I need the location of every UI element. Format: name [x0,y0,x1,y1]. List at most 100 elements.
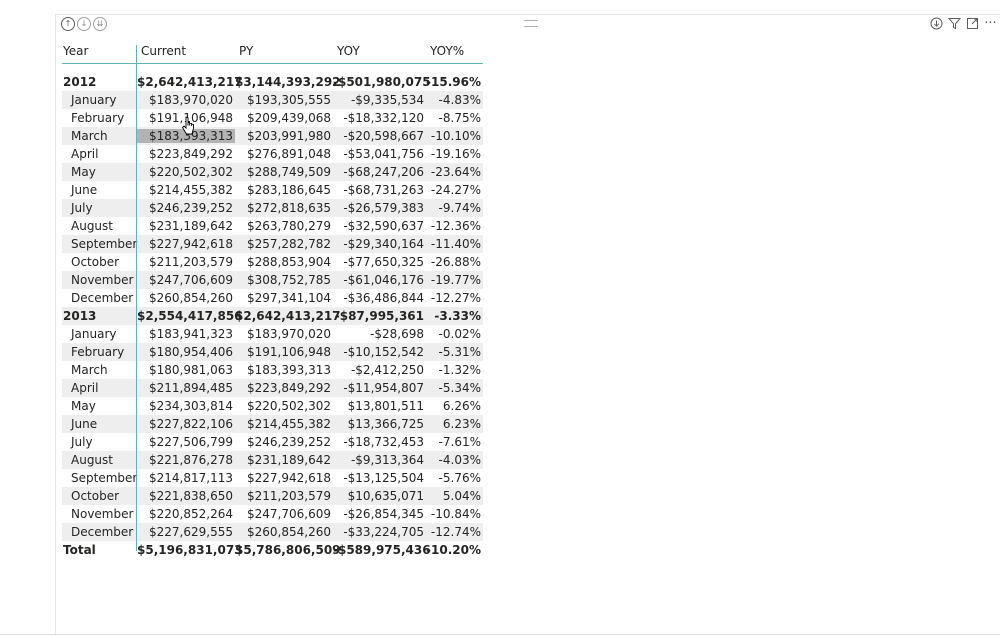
cell-current[interactable]: $211,894,485 [137,381,235,395]
cell-yoy[interactable]: -$18,332,120 [333,111,426,125]
column-header-yoy-percent[interactable]: YOY% [426,44,483,58]
cell-py[interactable]: $220,502,302 [235,399,333,413]
cell-year[interactable]: January [62,93,137,107]
cell-py[interactable]: $263,780,279 [235,219,333,233]
drill-up-icon[interactable]: ↑ [61,17,75,31]
table-row[interactable]: October $211,203,579 $288,853,904 -$77,650,… [62,253,483,271]
table-row[interactable]: December $227,629,555 $260,854,260 -$33,224… [62,523,483,541]
cell-yoy-percent[interactable]: -24.27% [426,183,483,197]
table-row[interactable]: July $227,506,799 $246,239,252 -$18,732,453… [62,433,483,451]
cell-py[interactable]: $257,282,782 [235,237,333,251]
cell-current[interactable]: $221,838,650 [137,489,235,503]
cell-yoy[interactable]: -$26,579,383 [333,201,426,215]
cell-py[interactable]: $211,203,579 [235,489,333,503]
cell-current[interactable]: $180,954,406 [137,345,235,359]
cell-py[interactable]: $183,393,313 [235,363,333,377]
cell-yoy-percent[interactable]: -9.74% [426,201,483,215]
table-row[interactable]: March $180,981,063 $183,393,313 -$2,412,250… [62,361,483,379]
drill-down-icon[interactable]: ↓ [77,17,91,31]
cell-yoy[interactable]: -$9,335,534 [333,93,426,107]
cell-current[interactable]: $183,970,020 [137,93,235,107]
cell-current[interactable]: $5,196,831,073 [137,543,243,557]
cell-yoy[interactable]: -$28,698 [333,327,426,341]
cell-year[interactable]: 2013 [62,309,137,323]
table-row[interactable]: April $223,849,292 $276,891,048 -$53,041,75… [62,145,483,163]
cell-yoy[interactable]: -$68,731,263 [333,183,426,197]
cell-current[interactable]: $183,941,323 [137,327,235,341]
cell-py[interactable]: $227,942,618 [235,471,333,485]
cell-py[interactable]: $191,106,948 [235,345,333,359]
cell-year[interactable]: July [62,201,137,215]
cell-current[interactable]: $214,817,113 [137,471,235,485]
cell-yoy[interactable]: -$10,152,542 [333,345,426,359]
cell-year[interactable]: March [62,129,137,143]
cell-py[interactable]: $260,854,260 [235,525,333,539]
cell-py[interactable]: $193,305,555 [235,93,333,107]
cell-py[interactable]: $272,818,635 [235,201,333,215]
table-row[interactable]: May $234,303,814 $220,502,302 $13,801,511 6.… [62,397,483,415]
cell-year[interactable]: May [62,399,137,413]
cell-yoy[interactable]: -$77,650,325 [333,255,426,269]
cell-year[interactable]: July [62,435,137,449]
table-row[interactable]: August $231,189,642 $263,780,279 -$32,590,6… [62,217,483,235]
cell-py[interactable]: $183,970,020 [235,327,333,341]
cell-yoy[interactable]: -$18,732,453 [333,435,426,449]
drill-mode-icon[interactable] [930,17,943,30]
table-row[interactable]: November $247,706,609 $308,752,785 -$61,046… [62,271,483,289]
cell-year[interactable]: October [62,489,137,503]
cell-py[interactable]: $308,752,785 [235,273,333,287]
cell-yoy[interactable]: -$33,224,705 [333,525,426,539]
table-row[interactable]: December $260,854,260 $297,341,104 -$36,486… [62,289,483,307]
cell-yoy-percent[interactable]: 6.23% [426,417,483,431]
cell-current[interactable]: $223,849,292 [137,147,235,161]
cell-py[interactable]: $2,642,413,217 [235,309,341,323]
cell-current[interactable]: $227,629,555 [137,525,235,539]
column-header-yoy[interactable]: YOY [333,44,426,58]
table-row[interactable]: November $220,852,264 $247,706,609 -$26,854… [62,505,483,523]
cell-year[interactable]: December [62,291,137,305]
cell-current[interactable]: $2,554,417,856 [137,309,243,323]
cell-year[interactable]: September [62,471,137,485]
cell-yoy-percent[interactable]: -3.33% [426,309,483,323]
cell-current[interactable]: $246,239,252 [137,201,235,215]
cell-current[interactable]: $220,852,264 [137,507,235,521]
year-row[interactable]: 2013 $2,554,417,856 $2,642,413,217 -$87,995… [62,307,483,325]
cell-yoy-percent[interactable]: -5.76% [426,471,483,485]
cell-year[interactable]: Total [62,543,137,557]
matrix-visual[interactable]: ↑ ↓ ⇊ ··· Year Current PY YOY YOY% 2012 $… [55,14,1000,635]
year-row[interactable]: 2012 $2,642,413,217 $3,144,393,292 -$501,98… [62,73,483,91]
cell-yoy-percent[interactable]: -8.75% [426,111,483,125]
table-row[interactable]: January $183,970,020 $193,305,555 -$9,335,5… [62,91,483,109]
cell-yoy[interactable]: -$61,046,176 [333,273,426,287]
table-row[interactable]: September $214,817,113 $227,942,618 -$13,12… [62,469,483,487]
cell-py[interactable]: $223,849,292 [235,381,333,395]
cell-year[interactable]: October [62,255,137,269]
cell-py[interactable]: $288,853,904 [235,255,333,269]
cell-yoy[interactable]: -$20,598,667 [333,129,426,143]
cell-current[interactable]: $260,854,260 [137,291,235,305]
cell-yoy[interactable]: -$11,954,807 [333,381,426,395]
table-row[interactable]: February $191,106,948 $209,439,068 -$18,332… [62,109,483,127]
table-row[interactable]: June $214,455,382 $283,186,645 -$68,731,263… [62,181,483,199]
cell-yoy[interactable]: -$26,854,345 [333,507,426,521]
cell-yoy[interactable]: $13,801,511 [333,399,426,413]
cell-yoy[interactable]: -$2,412,250 [333,363,426,377]
cell-yoy-percent[interactable]: -10.10% [426,129,483,143]
cell-yoy-percent[interactable]: -0.02% [426,327,483,341]
cell-yoy[interactable]: -$501,980,075 [333,75,431,89]
column-header-year[interactable]: Year [62,44,137,58]
cell-yoy-percent[interactable]: -12.74% [426,525,483,539]
cell-yoy-percent[interactable]: -12.27% [426,291,483,305]
cell-py[interactable]: $283,186,645 [235,183,333,197]
cell-yoy-percent[interactable]: -5.34% [426,381,483,395]
cell-py[interactable]: $203,991,980 [235,129,333,143]
cell-py[interactable]: $214,455,382 [235,417,333,431]
cell-yoy-percent[interactable]: -26.88% [426,255,483,269]
cell-year[interactable]: August [62,453,137,467]
cell-py[interactable]: $288,749,509 [235,165,333,179]
cell-py[interactable]: $5,786,806,509 [235,543,341,557]
cell-yoy[interactable]: $13,366,725 [333,417,426,431]
cell-current[interactable]: $180,981,063 [137,363,235,377]
cell-py[interactable]: $246,239,252 [235,435,333,449]
cell-py[interactable]: $209,439,068 [235,111,333,125]
